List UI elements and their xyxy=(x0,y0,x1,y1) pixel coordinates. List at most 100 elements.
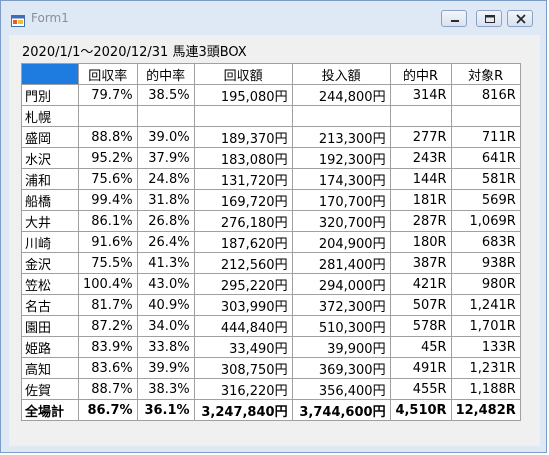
table-cell[interactable]: 88.7% xyxy=(78,378,138,400)
table-cell[interactable]: 174,300円 xyxy=(291,168,391,190)
table-cell[interactable]: 212,560円 xyxy=(193,252,293,274)
table-cell[interactable]: 83.6% xyxy=(78,357,138,379)
table-cell[interactable]: 277R xyxy=(389,126,452,148)
table-cell[interactable]: 181R xyxy=(389,189,452,211)
table-cell[interactable]: 980R xyxy=(450,273,521,295)
table-cell[interactable]: 711R xyxy=(450,126,521,148)
table-row[interactable]: 姫路 83.9% 33.8% 33,490円 39,900円 45R 133R xyxy=(21,336,521,358)
table-row[interactable]: 金沢 75.5% 41.3% 212,560円 281,400円 387R 938R xyxy=(21,252,521,274)
table-cell[interactable]: 683R xyxy=(450,231,521,253)
table-cell[interactable]: 131,720円 xyxy=(193,168,293,190)
row-label-cell[interactable]: 姫路 xyxy=(21,336,79,358)
table-cell[interactable]: 444,840円 xyxy=(193,315,293,337)
table-cell[interactable]: 169,720円 xyxy=(193,189,293,211)
table-cell[interactable]: 24.8% xyxy=(136,168,195,190)
row-label-cell[interactable]: 盛岡 xyxy=(21,126,79,148)
table-cell[interactable]: 95.2% xyxy=(78,147,138,169)
table-cell[interactable]: 938R xyxy=(450,252,521,274)
table-cell[interactable]: 187,620円 xyxy=(193,231,293,253)
table-cell[interactable] xyxy=(136,105,195,127)
table-row[interactable]: 園田 87.2% 34.0% 444,840円 510,300円 578R 1,701R xyxy=(21,315,521,337)
table-cell[interactable]: 75.5% xyxy=(78,252,138,274)
table-cell[interactable]: 303,990円 xyxy=(193,294,293,316)
row-label-cell[interactable]: 大井 xyxy=(21,210,79,232)
column-header-recovery-rate[interactable]: 回収率 xyxy=(78,63,138,85)
table-row[interactable]: 佐賀 88.7% 38.3% 316,220円 356,400円 455R 1,188R xyxy=(21,378,521,400)
table-row[interactable]: 高知 83.6% 39.9% 308,750円 369,300円 491R 1,231R xyxy=(21,357,521,379)
table-cell[interactable]: 281,400円 xyxy=(291,252,391,274)
row-label-cell[interactable]: 浦和 xyxy=(21,168,79,190)
table-cell[interactable]: 170,700円 xyxy=(291,189,391,211)
table-cell[interactable]: 100.4% xyxy=(78,273,138,295)
table-cell[interactable]: 1,069R xyxy=(450,210,521,232)
table-cell[interactable] xyxy=(389,105,452,127)
table-cell[interactable]: 192,300円 xyxy=(291,147,391,169)
row-label-cell[interactable]: 全場計 xyxy=(21,399,79,421)
table-cell[interactable]: 243R xyxy=(389,147,452,169)
table-cell[interactable]: 33.8% xyxy=(136,336,195,358)
table-cell[interactable] xyxy=(193,105,293,127)
table-cell[interactable]: 79.7% xyxy=(78,84,138,106)
table-cell[interactable]: 195,080円 xyxy=(193,84,293,106)
column-header-hit-races[interactable]: 的中R xyxy=(389,63,452,85)
table-cell[interactable]: 455R xyxy=(389,378,452,400)
results-grid[interactable]: 回収率 的中率 回収額 投入額 的中R 対象R 門別 79.7% 38.5% 195,… xyxy=(21,63,521,421)
table-cell[interactable]: 91.6% xyxy=(78,231,138,253)
row-label-cell[interactable]: 札幌 xyxy=(21,105,79,127)
table-cell[interactable]: 88.8% xyxy=(78,126,138,148)
table-cell[interactable]: 38.3% xyxy=(136,378,195,400)
table-row[interactable]: 門別 79.7% 38.5% 195,080円 244,800円 314R 816R xyxy=(21,84,521,106)
table-row[interactable]: 名古 81.7% 40.9% 303,990円 372,300円 507R 1,241R xyxy=(21,294,521,316)
table-row[interactable]: 札幌 xyxy=(21,105,521,127)
table-cell[interactable]: 31.8% xyxy=(136,189,195,211)
row-label-cell[interactable]: 門別 xyxy=(21,84,79,106)
table-cell[interactable]: 3,744,600円 xyxy=(291,399,391,421)
table-cell[interactable]: 180R xyxy=(389,231,452,253)
table-cell[interactable] xyxy=(291,105,391,127)
table-row[interactable]: 水沢 95.2% 37.9% 183,080円 192,300円 243R 641R xyxy=(21,147,521,169)
close-button[interactable] xyxy=(507,10,533,27)
row-label-cell[interactable]: 水沢 xyxy=(21,147,79,169)
table-cell[interactable]: 294,000円 xyxy=(291,273,391,295)
row-label-cell[interactable]: 園田 xyxy=(21,315,79,337)
column-header-stake-amount[interactable]: 投入額 xyxy=(291,63,391,85)
table-row[interactable]: 船橋 99.4% 31.8% 169,720円 170,700円 181R 569R xyxy=(21,189,521,211)
table-cell[interactable]: 295,220円 xyxy=(193,273,293,295)
table-cell[interactable]: 3,247,840円 xyxy=(193,399,293,421)
table-cell[interactable] xyxy=(78,105,138,127)
table-cell[interactable]: 491R xyxy=(389,357,452,379)
table-cell[interactable]: 45R xyxy=(389,336,452,358)
table-cell[interactable]: 372,300円 xyxy=(291,294,391,316)
row-label-cell[interactable]: 高知 xyxy=(21,357,79,379)
table-cell[interactable]: 189,370円 xyxy=(193,126,293,148)
table-cell[interactable]: 510,300円 xyxy=(291,315,391,337)
table-cell[interactable]: 86.1% xyxy=(78,210,138,232)
table-cell[interactable]: 26.8% xyxy=(136,210,195,232)
column-header-target-races[interactable]: 対象R xyxy=(450,63,521,85)
table-cell[interactable]: 356,400円 xyxy=(291,378,391,400)
title-bar[interactable]: Form1 xyxy=(1,1,546,35)
table-cell[interactable]: 12,482R xyxy=(450,399,521,421)
table-cell[interactable]: 4,510R xyxy=(389,399,452,421)
table-cell[interactable]: 244,800円 xyxy=(291,84,391,106)
table-cell[interactable]: 507R xyxy=(389,294,452,316)
row-label-cell[interactable]: 笠松 xyxy=(21,273,79,295)
row-label-cell[interactable]: 川崎 xyxy=(21,231,79,253)
table-cell[interactable]: 387R xyxy=(389,252,452,274)
table-cell[interactable]: 183,080円 xyxy=(193,147,293,169)
minimize-button[interactable] xyxy=(441,10,467,27)
table-cell[interactable]: 83.9% xyxy=(78,336,138,358)
table-cell[interactable]: 40.9% xyxy=(136,294,195,316)
table-cell[interactable]: 39.9% xyxy=(136,357,195,379)
table-row[interactable]: 大井 86.1% 26.8% 276,180円 320,700円 287R 1,069R xyxy=(21,210,521,232)
table-cell[interactable]: 314R xyxy=(389,84,452,106)
table-cell[interactable]: 276,180円 xyxy=(193,210,293,232)
row-label-cell[interactable]: 佐賀 xyxy=(21,378,79,400)
table-cell[interactable]: 99.4% xyxy=(78,189,138,211)
total-row[interactable]: 全場計 86.7% 36.1% 3,247,840円 3,744,600円 4,510R 1… xyxy=(21,399,521,421)
row-label-cell[interactable]: 船橋 xyxy=(21,189,79,211)
table-cell[interactable]: 33,490円 xyxy=(193,336,293,358)
table-cell[interactable]: 316,220円 xyxy=(193,378,293,400)
table-cell[interactable]: 308,750円 xyxy=(193,357,293,379)
table-cell[interactable]: 41.3% xyxy=(136,252,195,274)
